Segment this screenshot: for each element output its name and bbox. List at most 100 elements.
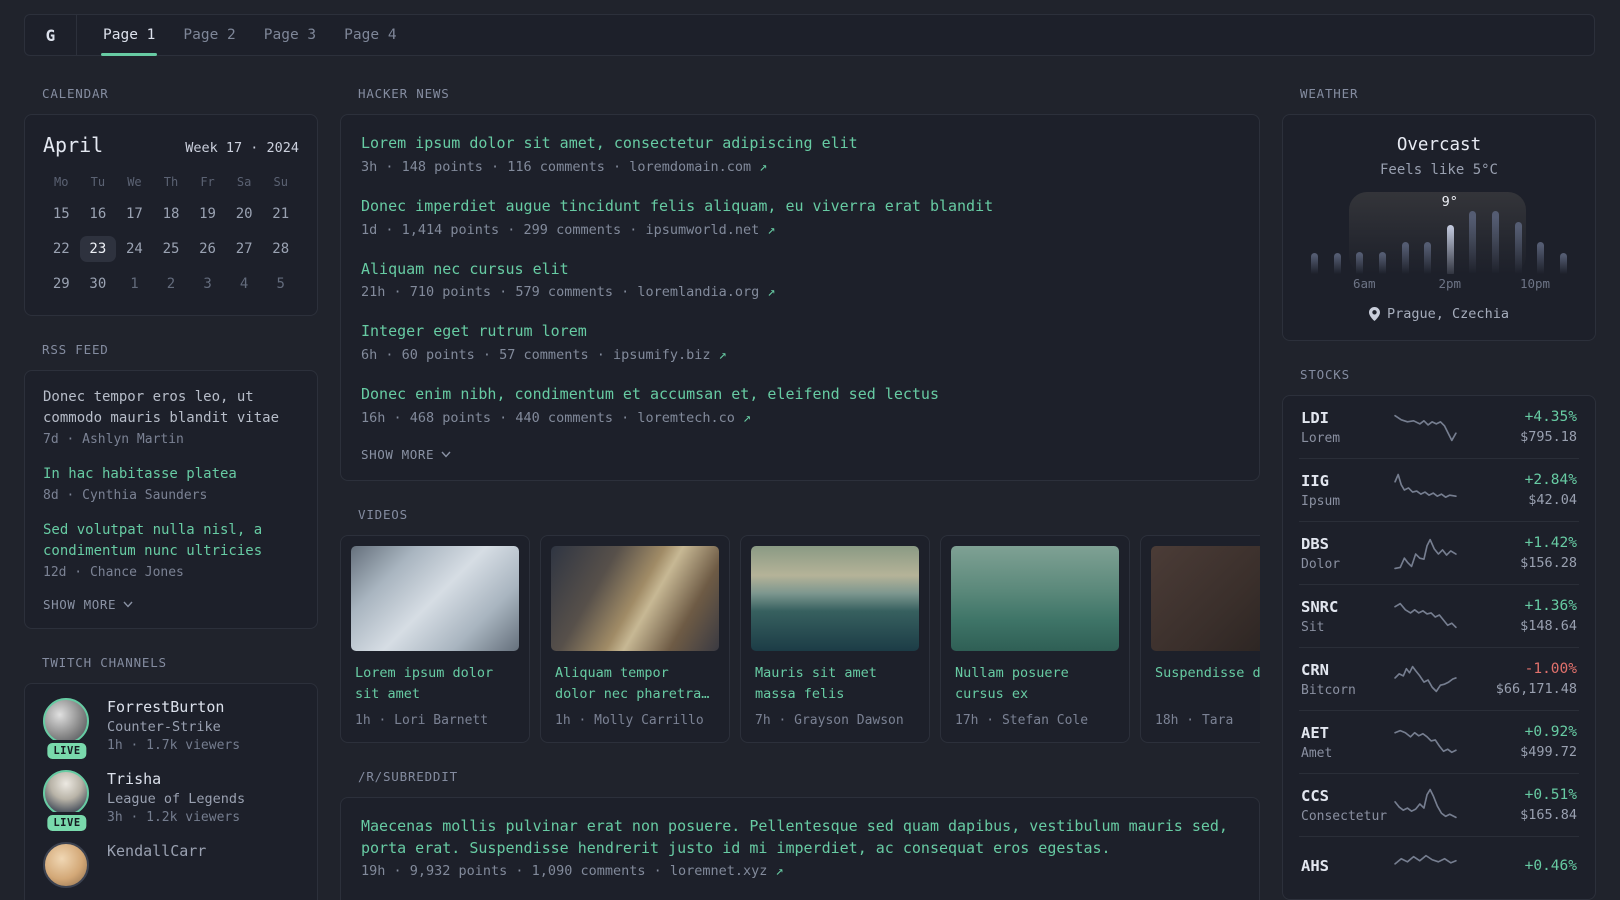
hn-post-title[interactable]: Lorem ipsum dolor sit amet, consectetur … [361, 133, 1239, 155]
hn-post-title[interactable]: Aliquam nec cursus elit [361, 259, 1239, 281]
external-link-icon[interactable]: ↗ [743, 410, 751, 426]
weather-bar[interactable] [1492, 211, 1499, 274]
hn-post[interactable]: Donec imperdiet augue tincidunt felis al… [361, 196, 1239, 238]
rss-item-title[interactable]: Sed volutpat nulla nisl, a condimentum n… [43, 520, 299, 562]
stock-row[interactable]: IIG Ipsum +2.84% $42.04 [1299, 458, 1579, 521]
reddit-post-title[interactable]: Maecenas mollis pulvinar erat non posuer… [361, 816, 1239, 860]
stock-row[interactable]: SNRC Sit +1.36% $148.64 [1299, 584, 1579, 647]
rss-show-more-button[interactable]: SHOW MORE [43, 597, 299, 612]
rss-item[interactable]: Sed volutpat nulla nisl, a condimentum n… [43, 520, 299, 580]
weather-bar[interactable] [1469, 211, 1477, 274]
calendar-day[interactable]: 29 [43, 271, 80, 297]
reddit-post[interactable]: Maecenas mollis pulvinar erat non posuer… [361, 816, 1239, 880]
twitch-card: LIVE ForrestBurton Counter-Strike 1h · 1… [24, 683, 318, 900]
calendar-day[interactable]: 22 [43, 236, 80, 262]
video-title[interactable]: Lorem ipsum dolor sit amet consectetu… [351, 663, 519, 705]
external-link-icon[interactable]: ↗ [767, 284, 775, 300]
rss-item-title[interactable]: Donec tempor eros leo, ut commodo mauris… [43, 387, 299, 429]
video-title[interactable]: Suspendisse diam [1151, 663, 1260, 705]
weather-card: Overcast Feels like 5°C 9° 6am 2pm 10pm … [1282, 114, 1596, 341]
calendar-day-next-month[interactable]: 2 [153, 271, 190, 297]
hn-post-title[interactable]: Integer eget rutrum lorem [361, 321, 1239, 343]
hn-show-more-button[interactable]: SHOW MORE [361, 447, 1239, 462]
calendar-day[interactable]: 24 [116, 236, 153, 262]
hn-post-title[interactable]: Donec imperdiet augue tincidunt felis al… [361, 196, 1239, 218]
twitch-channel-name[interactable]: Trisha [107, 770, 245, 788]
video-title[interactable]: Aliquam tempor dolor nec pharetra… [551, 663, 719, 705]
video-thumbnail[interactable] [751, 545, 919, 651]
hn-post[interactable]: Integer eget rutrum lorem 6h · 60 points… [361, 321, 1239, 363]
stock-row[interactable]: AET Amet +0.92% $499.72 [1299, 710, 1579, 773]
hn-post-title[interactable]: Donec enim nibh, condimentum et accumsan… [361, 384, 1239, 406]
calendar-day-selected[interactable]: 23 [79, 236, 117, 262]
video-title[interactable]: Nullam posuere cursus ex [951, 663, 1119, 705]
rss-item-title[interactable]: In hac habitasse platea [43, 464, 299, 485]
calendar-day[interactable]: 17 [116, 201, 153, 227]
weather-bar[interactable] [1311, 253, 1318, 274]
external-link-icon[interactable]: ↗ [767, 222, 775, 238]
video-card[interactable]: Aliquam tempor dolor nec pharetra… 1h · … [540, 534, 730, 743]
weather-bar-current[interactable] [1446, 225, 1454, 274]
calendar-day[interactable]: 19 [189, 201, 226, 227]
external-link-icon[interactable]: ↗ [719, 347, 727, 363]
video-card[interactable]: Mauris sit amet massa felis 7h · Grayson… [740, 534, 930, 743]
weather-bar[interactable] [1537, 242, 1545, 274]
external-link-icon[interactable]: ↗ [776, 863, 784, 879]
weather-bar[interactable] [1378, 252, 1386, 274]
weather-bar[interactable] [1356, 252, 1364, 274]
video-card[interactable]: Lorem ipsum dolor sit amet consectetu… 1… [340, 534, 530, 743]
video-thumbnail[interactable] [551, 545, 719, 651]
twitch-channel-game[interactable]: League of Legends [107, 791, 245, 807]
stock-row[interactable]: CRN Bitcorn -1.00% $66,171.48 [1299, 647, 1579, 710]
video-title[interactable]: Mauris sit amet massa felis [751, 663, 919, 705]
external-link-icon[interactable]: ↗ [759, 159, 767, 175]
stock-row[interactable]: CCS Consectetur +0.51% $165.84 [1299, 773, 1579, 836]
tab-page-3[interactable]: Page 3 [264, 15, 316, 55]
weather-bar[interactable] [1401, 242, 1409, 274]
calendar-day[interactable]: 26 [189, 236, 226, 262]
hn-post[interactable]: Aliquam nec cursus elit 21h · 710 points… [361, 259, 1239, 301]
stock-row[interactable]: DBS Dolor +1.42% $156.28 [1299, 521, 1579, 584]
hn-post[interactable]: Donec enim nibh, condimentum et accumsan… [361, 384, 1239, 426]
calendar-day-next-month[interactable]: 1 [116, 271, 153, 297]
stock-name: Ipsum [1301, 493, 1341, 509]
calendar-day[interactable]: 25 [153, 236, 190, 262]
video-card[interactable]: Suspendisse diam 18h · Tara [1140, 534, 1260, 743]
app-logo[interactable]: G [25, 15, 77, 55]
subreddit-widget: /R/SUBREDDIT Maecenas mollis pulvinar er… [340, 769, 1260, 900]
calendar-day[interactable]: 27 [226, 236, 263, 262]
hn-post[interactable]: Lorem ipsum dolor sit amet, consectetur … [361, 133, 1239, 175]
stock-row[interactable]: LDI Lorem +4.35% $795.18 [1299, 396, 1579, 458]
calendar-day[interactable]: 18 [153, 201, 190, 227]
video-thumbnail[interactable] [351, 545, 519, 651]
calendar-day[interactable]: 30 [80, 271, 117, 297]
calendar-day-next-month[interactable]: 5 [262, 271, 299, 297]
calendar-day[interactable]: 28 [262, 236, 299, 262]
twitch-channel-row[interactable]: KendallCarr [43, 842, 299, 888]
twitch-channel-row[interactable]: LIVE Trisha League of Legends 3h · 1.2k … [43, 770, 299, 831]
video-thumbnail[interactable] [1151, 545, 1260, 651]
calendar-day[interactable]: 15 [43, 201, 80, 227]
twitch-channel-name[interactable]: KendallCarr [107, 842, 206, 860]
tab-page-1[interactable]: Page 1 [100, 15, 158, 56]
tab-page-4[interactable]: Page 4 [344, 15, 396, 55]
calendar-day-next-month[interactable]: 3 [189, 271, 226, 297]
weather-bar[interactable] [1514, 222, 1522, 274]
stock-row[interactable]: AHS +0.46% [1299, 836, 1579, 899]
weather-bar[interactable] [1559, 253, 1567, 274]
rss-item[interactable]: In hac habitasse platea 8d · Cynthia Sau… [43, 464, 299, 503]
rss-item[interactable]: Donec tempor eros leo, ut commodo mauris… [43, 387, 299, 447]
calendar-day[interactable]: 16 [80, 201, 117, 227]
video-thumbnail[interactable] [951, 545, 1119, 651]
twitch-channel-row[interactable]: LIVE ForrestBurton Counter-Strike 1h · 1… [43, 698, 299, 759]
video-card[interactable]: Nullam posuere cursus ex 17h · Stefan Co… [940, 534, 1130, 743]
tab-page-2[interactable]: Page 2 [183, 15, 235, 55]
calendar-day[interactable]: 20 [226, 201, 263, 227]
stock-values: -1.00% $66,171.48 [1459, 661, 1577, 697]
twitch-channel-game[interactable]: Counter-Strike [107, 719, 240, 735]
twitch-channel-name[interactable]: ForrestBurton [107, 698, 240, 716]
calendar-day[interactable]: 21 [262, 201, 299, 227]
calendar-day-next-month[interactable]: 4 [226, 271, 263, 297]
weather-bar[interactable] [1424, 242, 1432, 274]
weather-bar[interactable] [1333, 253, 1341, 274]
